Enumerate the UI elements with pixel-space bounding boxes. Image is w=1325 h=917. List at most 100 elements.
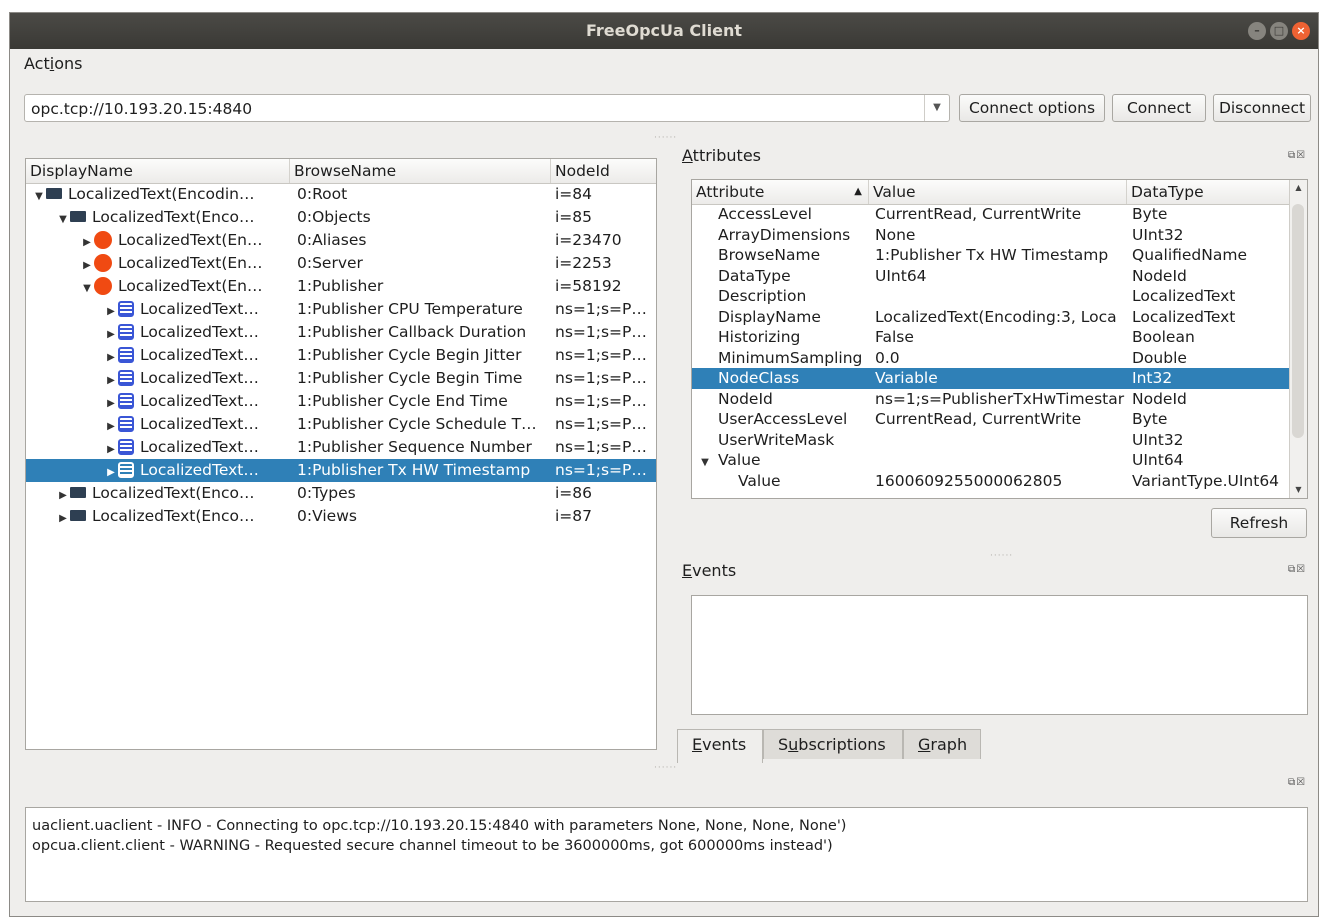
folder-icon (70, 487, 86, 498)
column-header-attribute[interactable]: Attribute ▲ (692, 180, 869, 204)
tree-cell-nodeid: i=84 (555, 185, 593, 203)
title-bar[interactable]: FreeOpcUa Client – □ × (10, 13, 1318, 49)
disconnect-button[interactable]: Disconnect (1213, 94, 1311, 122)
maximize-icon[interactable]: □ (1270, 22, 1288, 40)
attribute-row[interactable]: MinimumSampling 0.0 Double (692, 348, 1290, 369)
tree-row[interactable]: ▶ LocalizedText… 1:Publisher Cycle Schedul… (26, 413, 656, 436)
attribute-name-text: Value (738, 471, 781, 490)
tab-subscriptions[interactable]: Subscriptions (763, 729, 903, 759)
scrollbar-thumb[interactable] (1292, 204, 1304, 438)
attribute-row[interactable]: ▼ Value UInt64 (692, 450, 1290, 471)
tree-row[interactable]: ▶ LocalizedText(En… 0:Server i=2253 (26, 252, 656, 275)
close-icon[interactable]: × (1292, 22, 1310, 40)
expand-arrow-right-icon[interactable]: ▶ (56, 484, 70, 505)
expand-arrow-right-icon[interactable]: ▶ (104, 346, 118, 367)
expand-arrow-down-icon[interactable]: ▼ (32, 185, 46, 206)
expand-arrow-right-icon[interactable]: ▶ (80, 254, 94, 275)
tree-row[interactable]: ▼ LocalizedText(Encodin… 0:Root i=84 (26, 183, 656, 206)
window-title: FreeOpcUa Client (586, 21, 742, 40)
tree-cell-nodeid: ns=1;s=P… (555, 392, 647, 410)
attributes-table[interactable]: Attribute ▲ Value DataType AccessLevel Cur… (691, 179, 1308, 499)
attribute-row[interactable]: NodeClass Variable Int32 (692, 368, 1290, 389)
tree-row[interactable]: ▶ LocalizedText… 1:Publisher Callback Dura… (26, 321, 656, 344)
expand-arrow-right-icon[interactable]: ▶ (104, 415, 118, 436)
minimize-icon[interactable]: – (1248, 22, 1266, 40)
attribute-row[interactable]: DisplayName LocalizedText(Encoding:3, Loc… (692, 307, 1290, 328)
attribute-row[interactable]: Description LocalizedText (692, 286, 1290, 307)
expand-arrow-right-icon[interactable]: ▶ (56, 507, 70, 528)
events-list[interactable] (691, 595, 1308, 715)
tree-cell-browsename: 1:Publisher Callback Duration (297, 323, 527, 341)
scroll-up-icon[interactable]: ▲ (1290, 180, 1307, 196)
close-dock-icon[interactable]: ☒ (1296, 150, 1306, 161)
tree-cell-displayname: ▶ LocalizedText… (104, 367, 290, 390)
attribute-row[interactable]: NodeId ns=1;s=PublisherTxHwTimestar NodeId (692, 389, 1290, 410)
refresh-button[interactable]: Refresh (1211, 508, 1307, 538)
variable-icon (118, 415, 134, 432)
attribute-row[interactable]: BrowseName 1:Publisher Tx HW Timestamp Qua… (692, 245, 1290, 266)
float-icon[interactable]: ⧉ (1288, 150, 1296, 161)
connect-options-button[interactable]: Connect options (959, 94, 1105, 122)
tree-row[interactable]: ▶ LocalizedText… 1:Publisher Cycle Begin T… (26, 367, 656, 390)
chevron-down-icon[interactable]: ▼ (924, 95, 949, 121)
tree-row[interactable]: ▶ LocalizedText… 1:Publisher Tx HW Timesta… (26, 459, 656, 482)
attribute-row[interactable]: AccessLevel CurrentRead, CurrentWrite Byte (692, 204, 1290, 225)
close-dock-icon[interactable]: ☒ (1296, 777, 1306, 788)
float-icon[interactable]: ⧉ (1288, 564, 1296, 575)
tree-row[interactable]: ▶ LocalizedText… 1:Publisher CPU Temperatu… (26, 298, 656, 321)
expand-arrow-right-icon[interactable]: ▶ (80, 231, 94, 252)
menu-actions[interactable]: Actions (24, 54, 82, 73)
attribute-row[interactable]: Historizing False Boolean (692, 327, 1290, 348)
expand-arrow-right-icon[interactable]: ▶ (104, 323, 118, 344)
tree-cell-browsename: 1:Publisher (297, 277, 384, 295)
connect-button[interactable]: Connect (1112, 94, 1206, 122)
column-header-value[interactable]: Value (869, 180, 1127, 204)
server-address-combobox[interactable]: opc.tcp://10.193.20.15:4840 ▼ (24, 94, 950, 122)
expand-arrow-right-icon[interactable]: ▶ (104, 461, 118, 482)
expand-arrow-right-icon[interactable]: ▶ (104, 369, 118, 390)
attribute-name-cell: Description (718, 286, 868, 307)
attribute-row[interactable]: UserWriteMask UInt32 (692, 430, 1290, 451)
column-header-browsename[interactable]: BrowseName (290, 159, 551, 183)
close-dock-icon[interactable]: ☒ (1296, 564, 1306, 575)
attribute-name-cell: NodeId (718, 389, 868, 410)
tree-cell-browsename: 1:Publisher Tx HW Timestamp (297, 461, 531, 479)
expand-arrow-right-icon[interactable]: ▶ (104, 392, 118, 413)
attribute-datatype-cell: Boolean (1132, 328, 1195, 346)
tree-row[interactable]: ▶ LocalizedText(En… 0:Aliases i=23470 (26, 229, 656, 252)
tree-row[interactable]: ▶ LocalizedText… 1:Publisher Cycle End Tim… (26, 390, 656, 413)
expand-arrow-down-icon[interactable]: ▼ (698, 453, 712, 471)
log-output[interactable]: uaclient.uaclient - INFO - Connecting to… (25, 807, 1308, 902)
tab-events[interactable]: Events (677, 729, 763, 763)
attribute-row[interactable]: ArrayDimensions None UInt32 (692, 225, 1290, 246)
attribute-value-cell: CurrentRead, CurrentWrite (875, 205, 1082, 223)
attributes-scrollbar[interactable]: ▲ ▼ (1289, 180, 1307, 498)
tab-graph[interactable]: Graph (903, 729, 981, 759)
tree-row[interactable]: ▶ LocalizedText… 1:Publisher Cycle Begin J… (26, 344, 656, 367)
expand-arrow-down-icon[interactable]: ▼ (56, 208, 70, 229)
expand-arrow-down-icon[interactable]: ▼ (80, 277, 94, 298)
float-icon[interactable]: ⧉ (1288, 777, 1296, 788)
tree-row[interactable]: ▶ LocalizedText… 1:Publisher Sequence Numb… (26, 436, 656, 459)
attributes-splitter[interactable]: ······ (990, 551, 1013, 561)
expand-arrow-right-icon[interactable]: ▶ (104, 438, 118, 459)
tree-row[interactable]: ▶ LocalizedText(Enco… 0:Types i=86 (26, 482, 656, 505)
attribute-row[interactable]: DataType UInt64 NodeId (692, 266, 1290, 287)
attribute-row[interactable]: Value 1600609255000062805 VariantType.UInt… (692, 471, 1290, 492)
tree-row[interactable]: ▶ LocalizedText(Enco… 0:Views i=87 (26, 505, 656, 528)
attribute-value-cell: None (875, 225, 916, 244)
tree-row[interactable]: ▼ LocalizedText(En… 1:Publisher i=58192 (26, 275, 656, 298)
scroll-down-icon[interactable]: ▼ (1290, 482, 1307, 498)
column-header-datatype[interactable]: DataType (1127, 180, 1292, 204)
object-icon (94, 230, 112, 249)
attribute-datatype-cell: Double (1132, 348, 1187, 367)
address-space-tree[interactable]: DisplayName BrowseName NodeId ▼ Localized… (25, 158, 657, 750)
expand-arrow-right-icon[interactable]: ▶ (104, 300, 118, 321)
splitter-handle-bottom[interactable]: ······ (654, 763, 677, 773)
tree-cell-displayname: ▶ LocalizedText(Enco… (56, 482, 290, 505)
tree-row[interactable]: ▼ LocalizedText(Enco… 0:Objects i=85 (26, 206, 656, 229)
attribute-row[interactable]: UserAccessLevel CurrentRead, CurrentWrite… (692, 409, 1290, 430)
splitter-handle[interactable]: ······ (654, 133, 677, 143)
column-header-nodeid[interactable]: NodeId (551, 159, 656, 183)
column-header-displayname[interactable]: DisplayName (26, 159, 290, 183)
